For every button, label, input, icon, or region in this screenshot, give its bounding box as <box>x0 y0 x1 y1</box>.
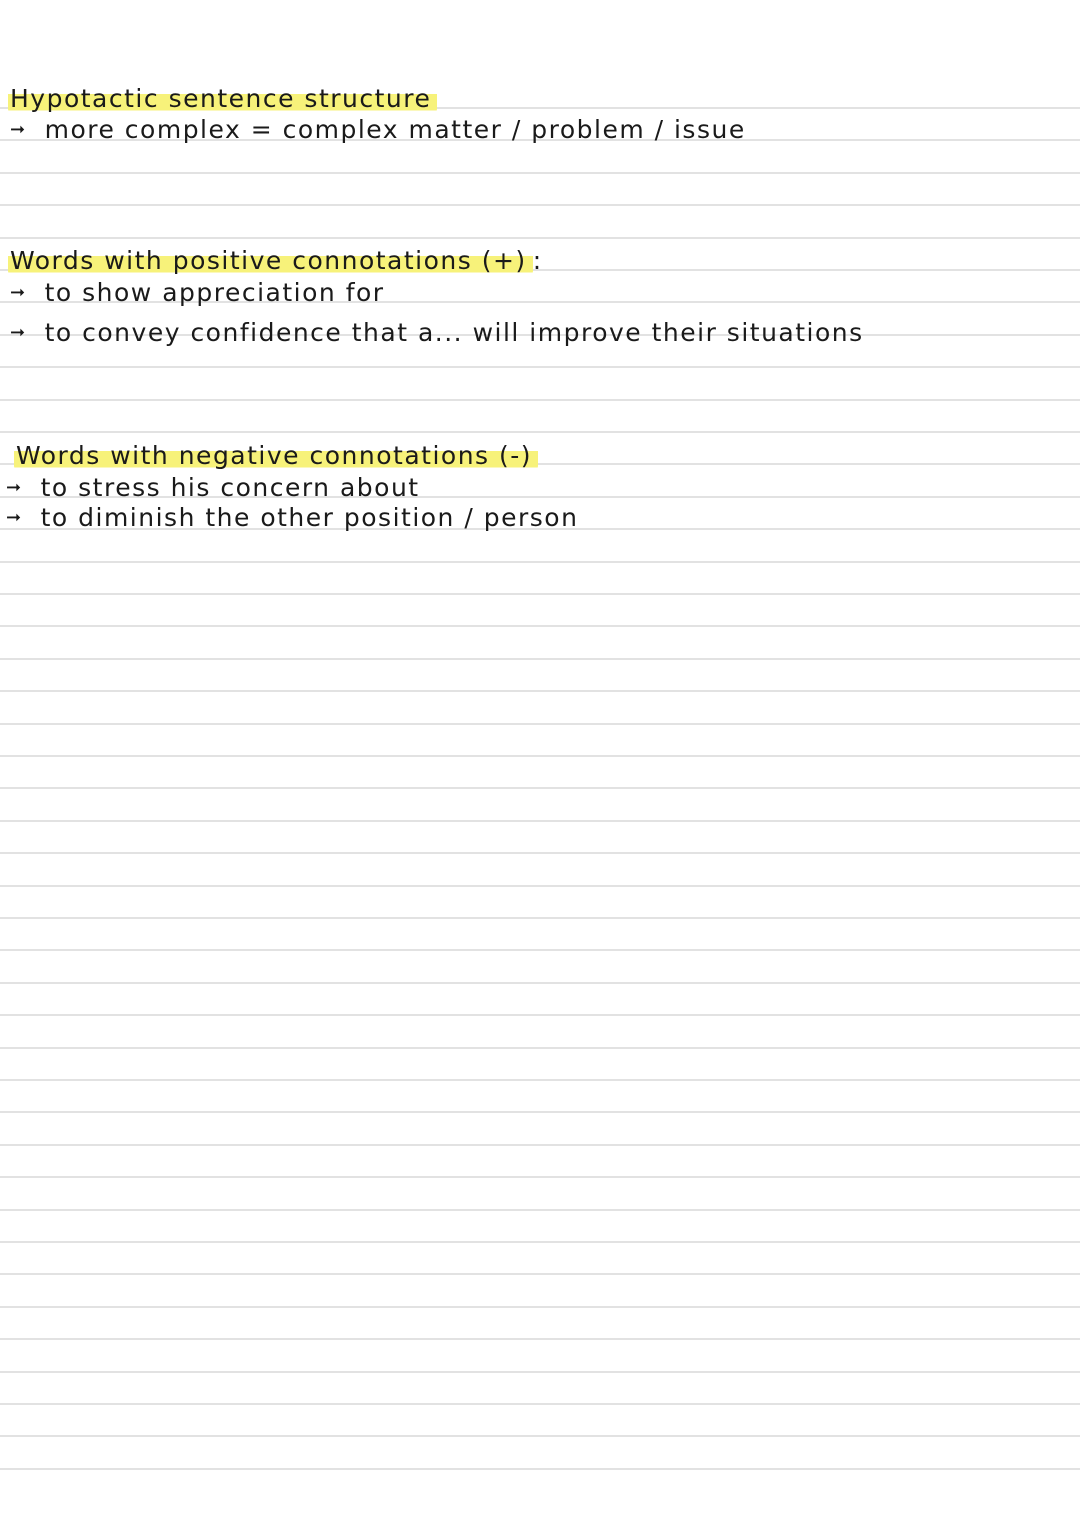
arrow-right-icon: ➞ <box>10 322 27 343</box>
ruled-line <box>0 561 1080 563</box>
ruled-line <box>0 917 1080 919</box>
ruled-line <box>0 1014 1080 1016</box>
ruled-line <box>0 949 1080 951</box>
ruled-line <box>0 723 1080 725</box>
highlighted-heading: Words with negative connotations (-) <box>14 441 539 470</box>
ruled-line <box>0 755 1080 757</box>
ruled-line <box>0 1209 1080 1211</box>
ruled-line <box>0 204 1080 206</box>
ruled-line <box>0 1079 1080 1081</box>
ruled-line <box>0 1435 1080 1437</box>
ruled-line <box>0 1241 1080 1243</box>
ruled-line <box>0 593 1080 595</box>
ruled-line <box>0 820 1080 822</box>
bullet-item: ➞ to stress his concern about <box>6 473 420 502</box>
ruled-line <box>0 1468 1080 1470</box>
ruled-line <box>0 431 1080 433</box>
ruled-line <box>0 366 1080 368</box>
ruled-line <box>0 1176 1080 1178</box>
ruled-line <box>0 1371 1080 1373</box>
highlighted-heading: Hypotactic sentence structure <box>8 84 438 113</box>
ruled-line <box>0 1144 1080 1146</box>
ruled-lines <box>0 0 1080 1527</box>
highlighted-heading: Words with positive connotations (+) <box>8 246 533 275</box>
arrow-right-icon: ➞ <box>10 119 27 140</box>
ruled-line <box>0 1047 1080 1049</box>
ruled-line <box>0 1338 1080 1340</box>
bullet-item: ➞ more complex = complex matter / problem… <box>10 115 746 144</box>
bullet-item: ➞ to convey confidence that a... will imp… <box>10 318 864 347</box>
ruled-line <box>0 1306 1080 1308</box>
ruled-line <box>0 1273 1080 1275</box>
bullet-item: ➞ to diminish the other position / person <box>6 503 579 532</box>
ruled-line <box>0 982 1080 984</box>
ruled-line <box>0 885 1080 887</box>
ruled-line <box>0 399 1080 401</box>
ruled-line <box>0 658 1080 660</box>
ruled-line <box>0 787 1080 789</box>
ruled-line <box>0 237 1080 239</box>
arrow-right-icon: ➞ <box>6 477 23 498</box>
ruled-line <box>0 852 1080 854</box>
section-heading-hypotactic: Hypotactic sentence structure <box>8 84 438 114</box>
section-heading-positive: Words with positive connotations (+): <box>8 246 543 275</box>
ruled-line <box>0 1111 1080 1113</box>
ruled-line <box>0 690 1080 692</box>
arrow-right-icon: ➞ <box>10 282 27 303</box>
ruled-line <box>0 1403 1080 1405</box>
section-heading-negative: Words with negative connotations (-) <box>14 441 539 471</box>
bullet-item: ➞ to show appreciation for <box>10 278 385 307</box>
ruled-line <box>0 172 1080 174</box>
arrow-right-icon: ➞ <box>6 507 23 528</box>
ruled-line <box>0 625 1080 627</box>
